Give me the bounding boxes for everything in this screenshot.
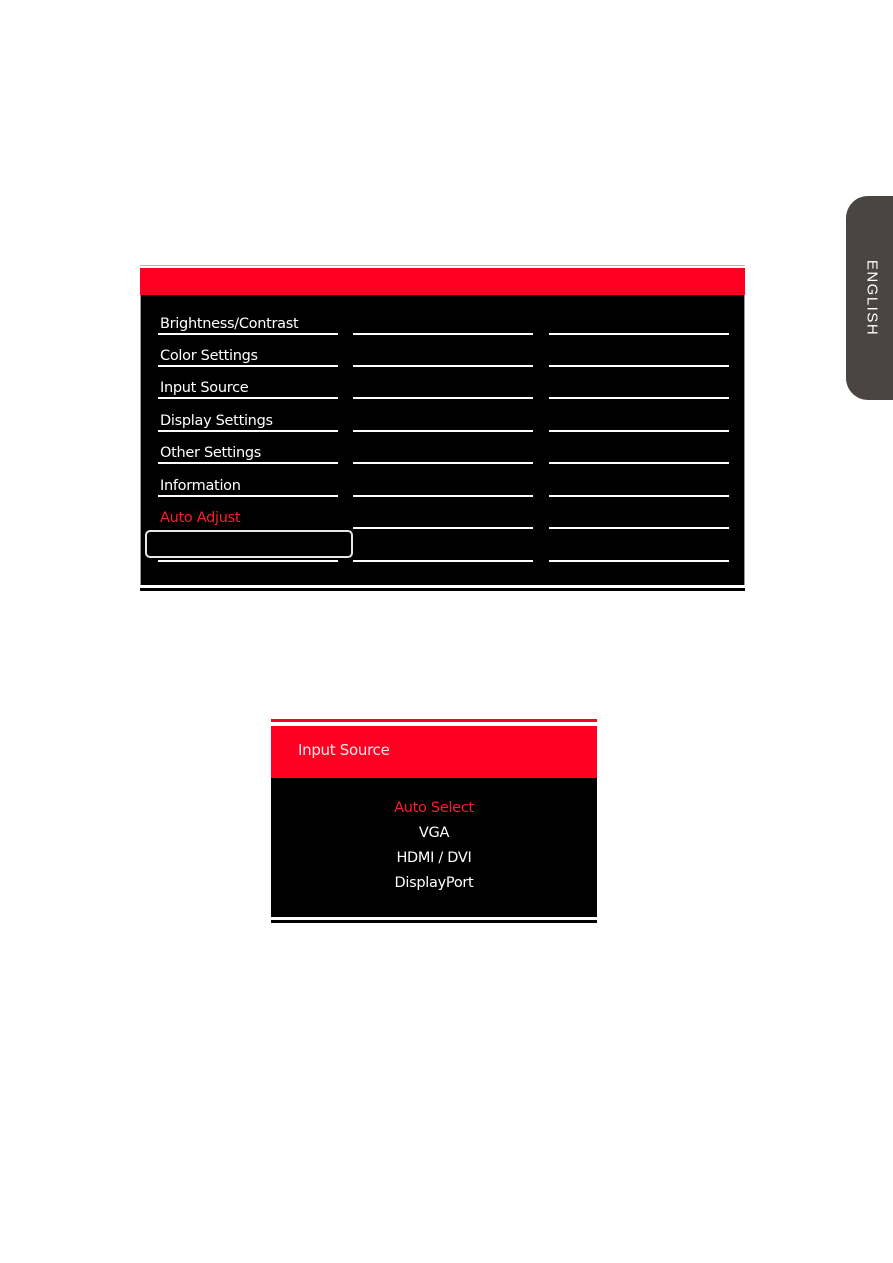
menu-item-underline	[158, 560, 338, 562]
input-source-body: Auto Select VGA HDMI / DVI DisplayPort	[271, 778, 597, 917]
input-source-menu: Input Source Auto Select VGA HDMI / DVI …	[271, 719, 597, 925]
value-slot	[549, 497, 729, 529]
slot-underline	[353, 462, 533, 464]
input-source-options: Auto Select VGA HDMI / DVI DisplayPort	[271, 796, 597, 896]
menu-item-input-source[interactable]: Input Source	[158, 367, 338, 399]
slot-underline	[549, 560, 729, 562]
osd-main-menu: Brightness/Contrast Color Settings Input…	[140, 265, 745, 591]
slot-underline	[353, 527, 533, 529]
submenu-slot	[353, 400, 533, 432]
main-menu-body: Brightness/Contrast Color Settings Input…	[140, 295, 745, 585]
menu-item-underline	[158, 397, 338, 399]
option-displayport[interactable]: DisplayPort	[271, 871, 597, 896]
menu-item-label: Color Settings	[160, 348, 258, 364]
submenu-slot	[353, 530, 533, 562]
menu-item-other-settings[interactable]: Other Settings	[158, 432, 338, 464]
menu-item-brightness-contrast[interactable]: Brightness/Contrast	[158, 303, 338, 335]
value-slot	[549, 400, 729, 432]
menu-item-color-settings[interactable]: Color Settings	[158, 335, 338, 367]
slot-underline	[549, 462, 729, 464]
input-source-bottom-border	[271, 920, 597, 923]
menu-item-label: Brightness/Contrast	[160, 316, 299, 332]
option-vga[interactable]: VGA	[271, 821, 597, 846]
value-slot	[549, 303, 729, 335]
submenu-slot	[353, 303, 533, 335]
submenu-slot	[353, 497, 533, 529]
value-slot	[549, 530, 729, 562]
menu-item-underline	[158, 462, 338, 464]
submenu-slot	[353, 335, 533, 367]
selection-highlight	[145, 530, 353, 558]
input-source-title: Input Source	[298, 741, 390, 759]
value-slot	[549, 432, 729, 464]
value-slot	[549, 465, 729, 497]
slot-underline	[353, 397, 533, 399]
submenu-slot	[353, 367, 533, 399]
menu-item-label: Auto Adjust	[160, 510, 241, 526]
submenu-slot	[353, 465, 533, 497]
language-tab: ENGLISH	[846, 196, 893, 400]
slot-underline	[549, 397, 729, 399]
menu-item-information[interactable]: Information	[158, 465, 338, 497]
input-source-top-border	[271, 719, 597, 722]
submenu-slot	[353, 432, 533, 464]
slot-underline	[353, 560, 533, 562]
input-source-header-bar: Input Source	[271, 726, 597, 778]
main-menu-bottom-border	[140, 588, 745, 591]
menu-item-auto-adjust[interactable]: Auto Adjust	[158, 497, 338, 529]
main-menu-top-border	[140, 265, 745, 266]
main-menu-header-bar	[140, 268, 745, 295]
menu-item-label: Other Settings	[160, 445, 262, 461]
value-slot	[549, 335, 729, 367]
option-auto-select[interactable]: Auto Select	[271, 796, 597, 821]
menu-item-label: Information	[160, 478, 241, 494]
option-hdmi-dvi[interactable]: HDMI / DVI	[271, 846, 597, 871]
language-tab-label: ENGLISH	[863, 259, 881, 337]
menu-item-label: Display Settings	[160, 413, 273, 429]
menu-item-label: Input Source	[160, 380, 249, 396]
value-slot	[549, 367, 729, 399]
slot-underline	[549, 527, 729, 529]
menu-item-display-settings[interactable]: Display Settings	[158, 400, 338, 432]
